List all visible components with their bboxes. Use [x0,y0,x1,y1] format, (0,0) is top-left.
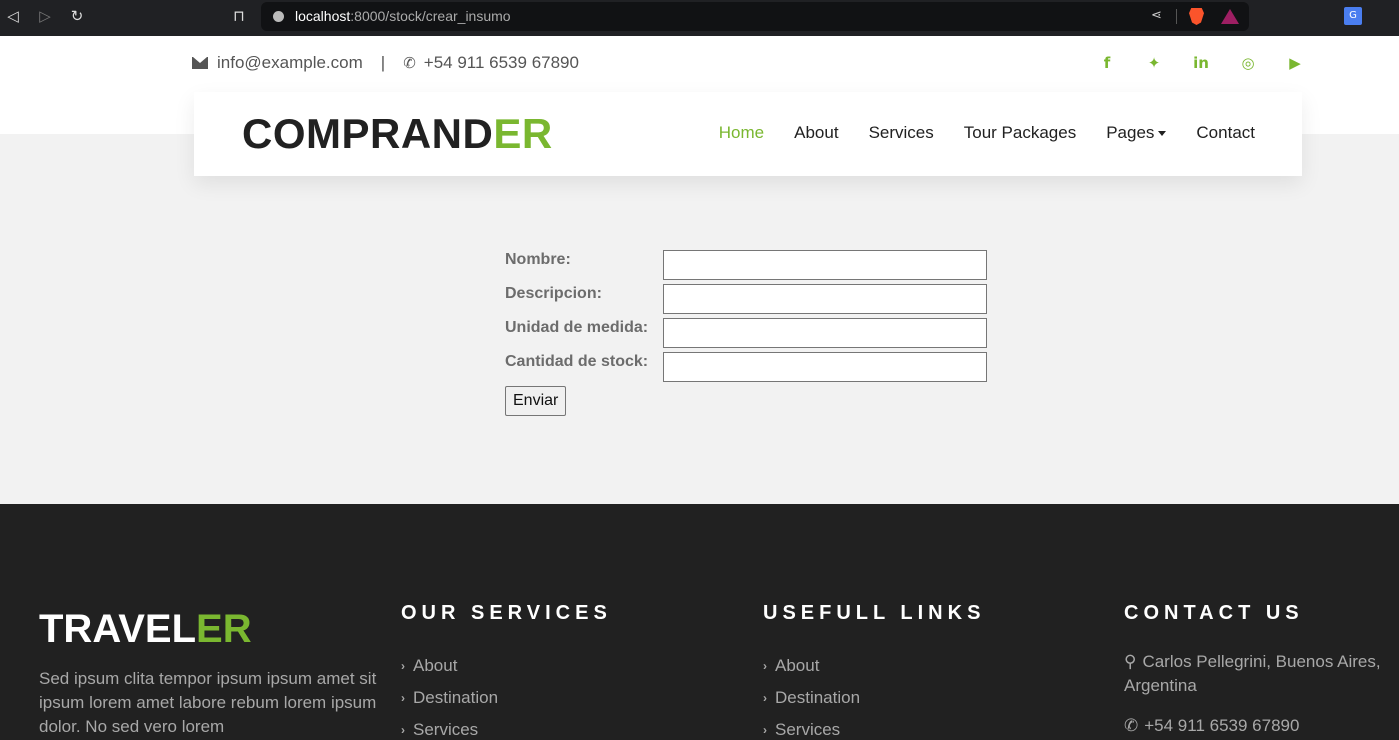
brave-rewards-icon[interactable] [1221,9,1239,24]
topbar-divider: | [380,53,386,72]
cantidad-input[interactable] [663,352,987,382]
footer-brand[interactable]: TRAVELER [39,607,252,652]
share-icon[interactable]: ⋖ [1151,8,1162,23]
topbar-email[interactable]: info@example.com [217,53,363,73]
forward-icon[interactable]: ▷ [35,6,55,26]
reload-icon[interactable]: ↻ [67,6,87,26]
nav-menu: Home About Services Tour Packages Pages … [689,123,1255,143]
form-row-descripcion: Descripcion: [505,284,987,318]
services-list: › About › Destination › Services [401,650,498,740]
chevron-down-icon [1158,131,1167,137]
instagram-icon[interactable]: ◎ [1237,53,1259,73]
services-title: OUR SERVICES [401,602,612,624]
back-icon[interactable]: ◁ [3,6,23,26]
links-link-label: Services [775,720,841,739]
crear-insumo-form: Nombre: Descripcion: Unidad de medida: C… [505,250,987,416]
footer-contact: ⚲ Carlos Pellegrini, Buenos Aires, Argent… [1124,650,1399,738]
phone-icon: ✆ [403,55,416,72]
topbar-contact: info@example.com | ✆ +54 911 6539 67890 [192,53,579,73]
nombre-input[interactable] [663,250,987,280]
form-row-nombre: Nombre: [505,250,987,284]
urlbar-divider [1176,9,1177,24]
url-host: localhost [295,8,351,24]
youtube-icon[interactable]: ▶ [1284,53,1306,73]
links-link-destination[interactable]: › Destination [763,682,860,714]
links-link-about[interactable]: › About [763,650,860,682]
footer-brand-main: TRAVEL [39,607,197,651]
contact-title: CONTACT US [1124,602,1304,624]
footer: TRAVELER Sed ipsum clita tempor ipsum ip… [0,504,1399,740]
brave-shield-icon[interactable] [1189,8,1204,25]
twitter-icon[interactable]: ✦ [1143,53,1165,73]
chevron-right-icon: › [763,659,767,673]
facebook-icon[interactable]: f [1096,53,1118,73]
chevron-right-icon: › [763,723,767,737]
chevron-right-icon: › [401,659,405,673]
descripcion-label: Descripcion: [505,285,602,302]
nav-pages[interactable]: Pages [1106,123,1167,143]
footer-address-text: Carlos Pellegrini, Buenos Aires, Argenti… [1124,652,1381,695]
chevron-right-icon: › [401,723,405,737]
nombre-label: Nombre: [505,251,571,268]
footer-phone: ✆ +54 911 6539 67890 [1124,714,1399,738]
services-link-label: Destination [413,688,499,707]
site-info-icon[interactable] [273,11,284,22]
linkedin-icon[interactable]: in [1190,53,1212,73]
nav-tour-packages[interactable]: Tour Packages [964,123,1076,143]
nav-pages-label: Pages [1106,123,1155,142]
social-links: f ✦ in ◎ ▶ [1096,53,1331,73]
links-list: › About › Destination › Services [763,650,860,740]
footer-brand-accent: ER [196,607,252,651]
chevron-right-icon: › [763,691,767,705]
footer-description: Sed ipsum clita tempor ipsum ipsum amet … [39,669,377,736]
nav-home[interactable]: Home [719,123,764,143]
services-link-about[interactable]: › About [401,650,498,682]
bookmark-icon[interactable]: ⊓ [229,6,249,26]
submit-button[interactable]: Enviar [505,386,567,416]
unidad-label: Unidad de medida: [505,319,649,336]
cantidad-label: Cantidad de stock: [505,353,649,370]
links-link-services[interactable]: › Services [763,714,860,740]
footer-phone-text: +54 911 6539 67890 [1144,716,1300,735]
translate-icon[interactable]: G [1344,7,1362,25]
services-link-services[interactable]: › Services [401,714,498,740]
links-link-label: About [775,656,820,675]
url-text[interactable]: localhost:8000/stock/crear_insumo [295,8,511,24]
links-link-label: Destination [775,688,861,707]
main-navbar: COMPRANDER Home About Services Tour Pack… [194,92,1302,176]
nav-about[interactable]: About [794,123,838,143]
envelope-icon [192,57,208,69]
form-row-cantidad: Cantidad de stock: [505,352,987,386]
map-marker-icon: ⚲ [1124,652,1137,671]
chevron-right-icon: › [401,691,405,705]
phone-icon: ✆ [1124,716,1139,735]
nav-services[interactable]: Services [869,123,934,143]
unidad-input[interactable] [663,318,987,348]
descripcion-input[interactable] [663,284,987,314]
url-path: :8000/stock/crear_insumo [350,8,511,24]
links-title: USEFULL LINKS [763,602,986,624]
brand-main: COMPRAND [242,110,494,157]
form-row-unidad: Unidad de medida: [505,318,987,352]
footer-address: ⚲ Carlos Pellegrini, Buenos Aires, Argent… [1124,650,1399,698]
services-link-label: About [413,656,458,675]
browser-chrome: ◁ ▷ ↻ ⊓ localhost:8000/stock/crear_insum… [0,0,1399,36]
address-bar[interactable]: localhost:8000/stock/crear_insumo ⋖ [261,2,1249,31]
services-link-label: Services [413,720,479,739]
services-link-destination[interactable]: › Destination [401,682,498,714]
nav-contact[interactable]: Contact [1196,123,1255,143]
brand-accent: ER [493,110,553,157]
topbar-phone[interactable]: +54 911 6539 67890 [424,53,579,73]
brand-logo[interactable]: COMPRANDER [242,110,553,158]
